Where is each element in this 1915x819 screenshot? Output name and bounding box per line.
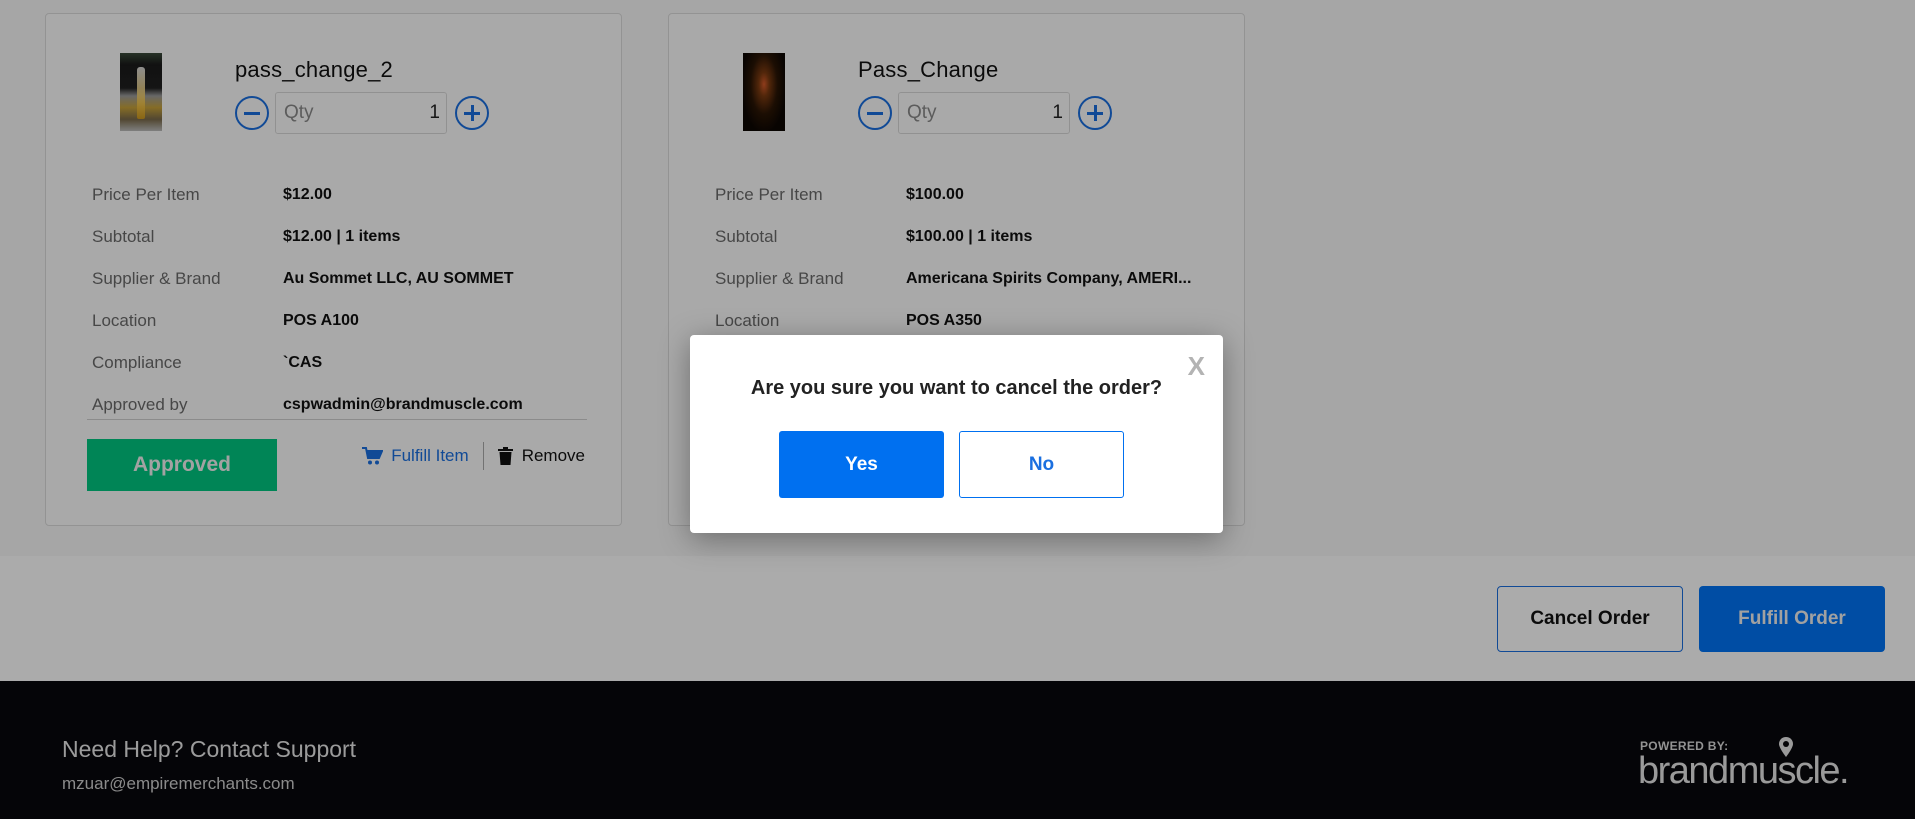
cancel-order-dialog: X Are you sure you want to cancel the or… — [690, 335, 1223, 533]
confirm-no-button[interactable]: No — [959, 431, 1124, 498]
confirm-yes-button[interactable]: Yes — [779, 431, 944, 498]
dialog-message: Are you sure you want to cancel the orde… — [750, 377, 1163, 399]
